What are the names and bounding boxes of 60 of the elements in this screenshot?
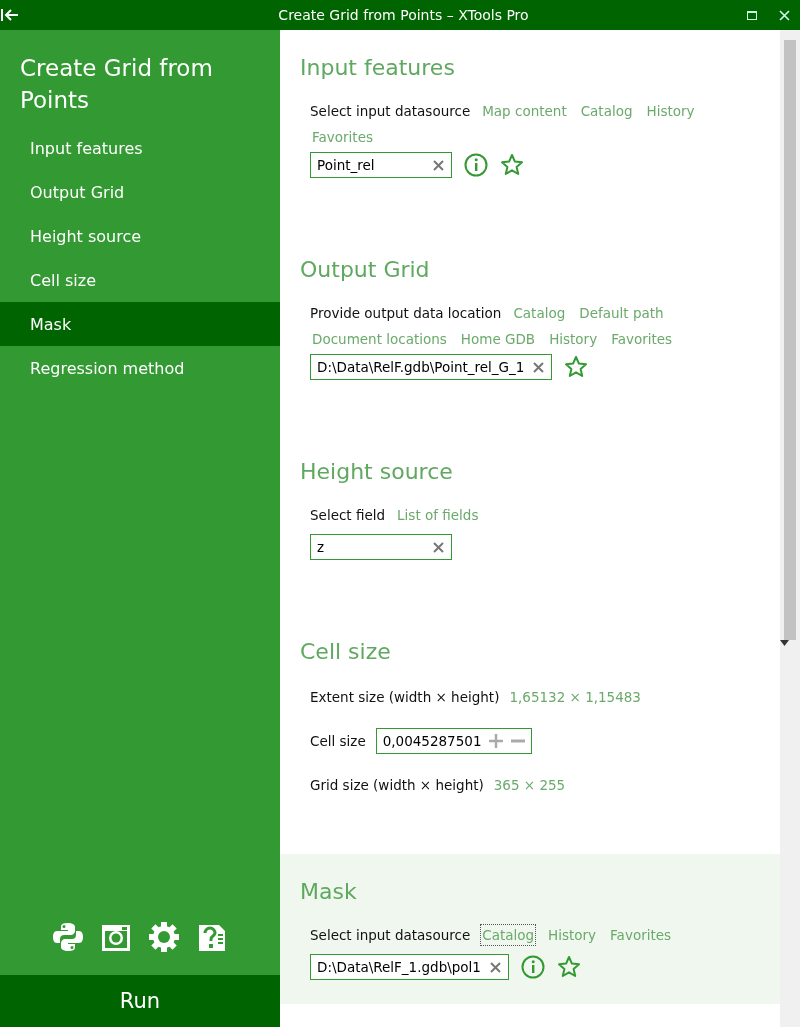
- link[interactable]: History: [644, 100, 697, 122]
- field-label: Select field: [310, 506, 386, 525]
- input-field[interactable]: Point_rel: [310, 152, 452, 178]
- field-label: Select input datasource: [310, 926, 471, 945]
- link[interactable]: Favorites: [608, 924, 674, 946]
- field-label: Select input datasource: [310, 102, 471, 121]
- minus-icon[interactable]: [511, 739, 526, 743]
- python-icon[interactable]: [52, 921, 84, 953]
- clear-icon[interactable]: [532, 360, 546, 374]
- link[interactable]: Catalog: [480, 924, 537, 946]
- field-label: Provide output data location: [310, 304, 502, 323]
- clear-icon[interactable]: [488, 960, 502, 974]
- sidebar-item[interactable]: Output Grid: [0, 170, 280, 214]
- number-field[interactable]: 0,0045287501: [375, 728, 533, 754]
- scrollbar[interactable]: [780, 30, 800, 1027]
- sidebar-item[interactable]: Mask: [0, 302, 280, 346]
- scroll-down-icon[interactable]: [780, 640, 789, 646]
- link[interactable]: Favorites: [609, 328, 675, 350]
- section-title: Output Grid: [300, 255, 431, 284]
- field-value: 1,65132 × 1,15483: [509, 688, 641, 707]
- input-field[interactable]: D:\Data\RelF_1.gdb\pol1: [310, 954, 509, 980]
- section-title: Cell size: [300, 637, 392, 666]
- star-icon[interactable]: [564, 355, 589, 379]
- link[interactable]: List of fields: [395, 504, 481, 526]
- sidebar-item[interactable]: Regression method: [0, 346, 280, 390]
- link[interactable]: History: [547, 328, 600, 350]
- sidebar-item[interactable]: Height source: [0, 214, 280, 258]
- star-icon[interactable]: [556, 955, 581, 979]
- link[interactable]: Catalog: [511, 302, 568, 324]
- link[interactable]: Document locations: [310, 328, 449, 350]
- field-label: Grid size (width × height): [310, 776, 484, 795]
- link[interactable]: Default path: [577, 302, 666, 324]
- section-title: Mask: [300, 877, 358, 906]
- input-field[interactable]: D:\Data\RelF.gdb\Point_rel_G_1: [310, 354, 553, 380]
- input-field[interactable]: z: [310, 534, 452, 560]
- field-label: Extent size (width × height): [310, 688, 500, 707]
- info-icon[interactable]: [520, 955, 545, 979]
- field-label: Cell size: [310, 732, 366, 751]
- link[interactable]: History: [546, 924, 599, 946]
- run-button[interactable]: Run: [0, 975, 280, 1027]
- settings-icon[interactable]: [148, 921, 180, 953]
- close-icon[interactable]: [779, 9, 790, 21]
- section-title: Input features: [300, 53, 456, 82]
- sidebar-title: Create Grid from Points: [19, 54, 214, 115]
- section-title: Height source: [300, 457, 454, 486]
- plus-icon[interactable]: [489, 734, 504, 748]
- link[interactable]: Catalog: [578, 100, 635, 122]
- sidebar-item[interactable]: Cell size: [0, 258, 280, 302]
- link[interactable]: Map content: [480, 100, 569, 122]
- maximize-icon[interactable]: [747, 10, 757, 20]
- clear-icon[interactable]: [432, 158, 445, 172]
- link[interactable]: Favorites: [310, 126, 375, 148]
- window-title: Create Grid from Points – XTools Pro: [277, 7, 530, 23]
- back-icon[interactable]: [0, 8, 20, 22]
- clear-icon[interactable]: [432, 540, 445, 554]
- info-icon[interactable]: [464, 153, 488, 177]
- sidebar-item[interactable]: Input features: [0, 126, 280, 170]
- link[interactable]: Home GDB: [458, 328, 538, 350]
- field-value: 365 × 255: [493, 776, 566, 795]
- star-icon[interactable]: [500, 153, 524, 177]
